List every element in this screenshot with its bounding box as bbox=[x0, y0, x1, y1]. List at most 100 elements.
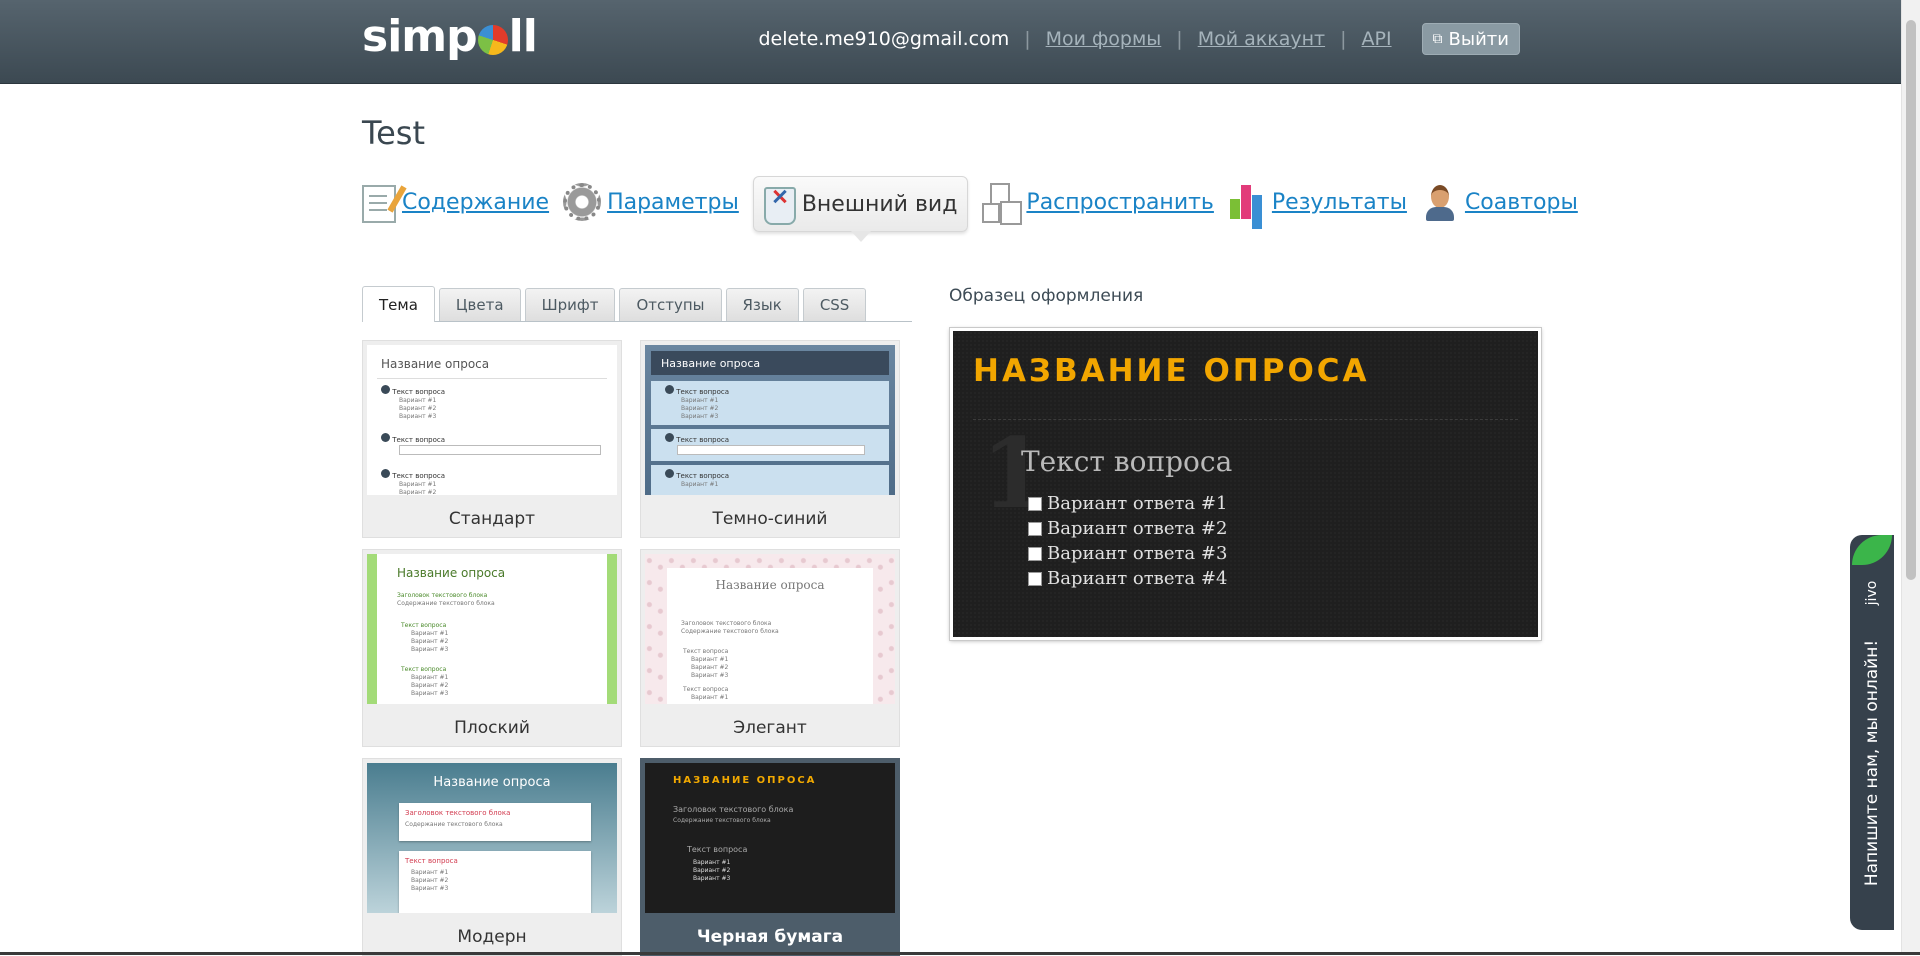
nav-share-label[interactable]: Распространить bbox=[1026, 190, 1213, 215]
thumb-divider bbox=[377, 378, 607, 379]
tab-font[interactable]: Шрифт bbox=[524, 288, 616, 321]
preview-option: Вариант ответа #3 bbox=[1028, 543, 1227, 564]
nav-content-label[interactable]: Содержание bbox=[402, 190, 549, 215]
theme-name: Модерн bbox=[457, 927, 527, 947]
theme-thumbnail: Название опроса Заголовок текстового бло… bbox=[645, 554, 895, 704]
thumb-title: Название опроса bbox=[651, 351, 889, 375]
question-number-icon bbox=[381, 433, 390, 442]
question-number-icon bbox=[381, 385, 390, 394]
thumb-card: Заголовок текстового блока Содержание те… bbox=[399, 803, 591, 841]
theme-card-dark-blue[interactable]: Название опроса Текст вопроса Вариант #1… bbox=[640, 340, 900, 538]
nav-share[interactable]: Распространить bbox=[982, 178, 1214, 226]
account-nav: delete.me910@gmail.com | Мои формы | Мой… bbox=[758, 22, 1520, 56]
external-link-icon: ⧉ bbox=[1432, 31, 1443, 47]
thumb-option: Вариант #3 bbox=[399, 413, 437, 420]
pencil-document-icon bbox=[362, 185, 396, 223]
appearance-tabs: Тема Цвета Шрифт Отступы Язык CSS bbox=[362, 286, 912, 322]
theme-card-modern[interactable]: Название опроса Заголовок текстового бло… bbox=[362, 758, 622, 956]
tab-colors[interactable]: Цвета bbox=[438, 288, 521, 321]
my-account-link[interactable]: Мой аккаунт bbox=[1198, 28, 1325, 50]
thumb-title: Название опроса bbox=[715, 578, 825, 592]
question-number-icon bbox=[665, 433, 674, 442]
scrollbar-thumb[interactable] bbox=[1906, 20, 1916, 580]
separator: | bbox=[1024, 28, 1031, 50]
jivo-leaf-icon bbox=[1852, 535, 1892, 565]
logo-text-right: ll bbox=[508, 11, 538, 62]
nav-results-label[interactable]: Результаты bbox=[1272, 190, 1407, 215]
theme-name: Плоский bbox=[454, 718, 530, 738]
tab-spacing[interactable]: Отступы bbox=[619, 288, 722, 321]
nav-results[interactable]: Результаты bbox=[1228, 178, 1407, 226]
preview-divider bbox=[973, 419, 1518, 421]
theme-thumbnail: Название опроса Текст вопроса Вариант #1… bbox=[645, 345, 895, 495]
question-number-icon bbox=[381, 469, 390, 478]
tab-css[interactable]: CSS bbox=[802, 288, 867, 321]
brush-cup-icon bbox=[763, 187, 796, 225]
thumb-title: НАЗВАНИЕ ОПРОСА bbox=[673, 775, 817, 786]
top-header: simp ll delete.me910@gmail.com | Мои фор… bbox=[0, 0, 1902, 84]
share-documents-icon bbox=[982, 183, 1020, 223]
theme-thumbnail: НАЗВАНИЕ ОПРОСА Заголовок текстового бло… bbox=[645, 763, 895, 913]
checkbox[interactable] bbox=[1028, 496, 1042, 511]
thumb-option: Вариант #2 bbox=[399, 405, 437, 412]
preview-option: Вариант ответа #2 bbox=[1028, 518, 1227, 539]
thumb-option: Вариант #1 bbox=[399, 481, 437, 488]
jivo-chat-widget[interactable]: jivo Напишите нам, мы онлайн! bbox=[1850, 535, 1894, 930]
theme-name: Темно-синий bbox=[712, 509, 828, 529]
gear-icon bbox=[563, 183, 602, 221]
preview-option: Вариант ответа #1 bbox=[1028, 493, 1227, 514]
theme-card-flat[interactable]: Название опроса Заголовок текстового бло… bbox=[362, 549, 622, 747]
nav-settings-label[interactable]: Параметры bbox=[607, 190, 739, 215]
thumb-option: Вариант #2 bbox=[399, 489, 437, 495]
api-link[interactable]: API bbox=[1361, 28, 1391, 50]
preview-option: Вариант ответа #4 bbox=[1028, 568, 1227, 589]
nav-appearance[interactable]: Внешний вид bbox=[752, 176, 969, 242]
preview-heading: Образец оформления bbox=[949, 286, 1144, 306]
thumb-card: Текст вопроса Вариант #1 Вариант #2 Вари… bbox=[399, 851, 591, 913]
theme-name: Стандарт bbox=[448, 509, 536, 529]
nav-coauthors-label[interactable]: Соавторы bbox=[1465, 190, 1578, 215]
theme-card-standard[interactable]: Название опроса Текст вопроса Вариант #1… bbox=[362, 340, 622, 538]
theme-preview: НАЗВАНИЕ ОПРОСА 1 Текст вопроса Вариант … bbox=[949, 327, 1542, 641]
nav-appearance-label: Внешний вид bbox=[801, 191, 958, 217]
question-number-icon bbox=[665, 385, 674, 394]
separator: | bbox=[1176, 28, 1183, 50]
thumb-title: Название опроса bbox=[397, 566, 506, 580]
checkbox[interactable] bbox=[1028, 546, 1042, 561]
page-scrollbar[interactable] bbox=[1901, 0, 1920, 955]
jivo-message: Напишите нам, мы онлайн! bbox=[1862, 639, 1882, 887]
nav-settings[interactable]: Параметры bbox=[563, 178, 739, 226]
separator: | bbox=[1340, 28, 1347, 50]
page-title: Test bbox=[362, 114, 426, 152]
question-number-icon bbox=[665, 469, 674, 478]
nav-content[interactable]: Содержание bbox=[362, 178, 549, 226]
thumb-question: Текст вопроса bbox=[381, 469, 445, 480]
my-forms-link[interactable]: Мои формы bbox=[1046, 28, 1162, 50]
thumb-text-field bbox=[677, 445, 865, 455]
theme-thumbnail: Название опроса Заголовок текстового бло… bbox=[367, 554, 617, 704]
tab-language[interactable]: Язык bbox=[725, 288, 799, 321]
theme-card-elegant[interactable]: Название опроса Заголовок текстового бло… bbox=[640, 549, 900, 747]
thumb-title: Название опроса bbox=[381, 357, 490, 371]
theme-name: Черная бумага bbox=[696, 927, 844, 947]
user-email: delete.me910@gmail.com bbox=[758, 28, 1010, 50]
checkbox[interactable] bbox=[1028, 521, 1042, 536]
bar-chart-icon bbox=[1228, 183, 1266, 221]
theme-thumbnail: Название опроса Текст вопроса Вариант #1… bbox=[367, 345, 617, 495]
tab-theme[interactable]: Тема bbox=[362, 286, 435, 322]
theme-card-black-paper[interactable]: НАЗВАНИЕ ОПРОСА Заголовок текстового бло… bbox=[640, 758, 900, 956]
thumb-card: Название опроса Заголовок текстового бло… bbox=[667, 568, 873, 704]
nav-coauthors[interactable]: Соавторы bbox=[1421, 178, 1578, 226]
thumb-title: Название опроса bbox=[433, 775, 551, 790]
logo-pie-icon bbox=[477, 25, 508, 55]
thumb-panel: Текст вопроса Вариант #1 Вариант #2 Вари… bbox=[651, 381, 889, 425]
simpoll-logo[interactable]: simp ll bbox=[362, 11, 538, 62]
logout-label: Выйти bbox=[1448, 28, 1509, 50]
checkbox[interactable] bbox=[1028, 571, 1042, 586]
logout-button[interactable]: ⧉ Выйти bbox=[1421, 23, 1520, 55]
user-icon bbox=[1421, 183, 1459, 221]
preview-survey-title: НАЗВАНИЕ ОПРОСА bbox=[973, 353, 1370, 389]
thumb-option: Вариант #1 bbox=[399, 397, 437, 404]
preview-question-text: Текст вопроса bbox=[1021, 445, 1233, 478]
form-sections-nav: Содержание Параметры Внешний вид Распрос… bbox=[362, 176, 1592, 242]
